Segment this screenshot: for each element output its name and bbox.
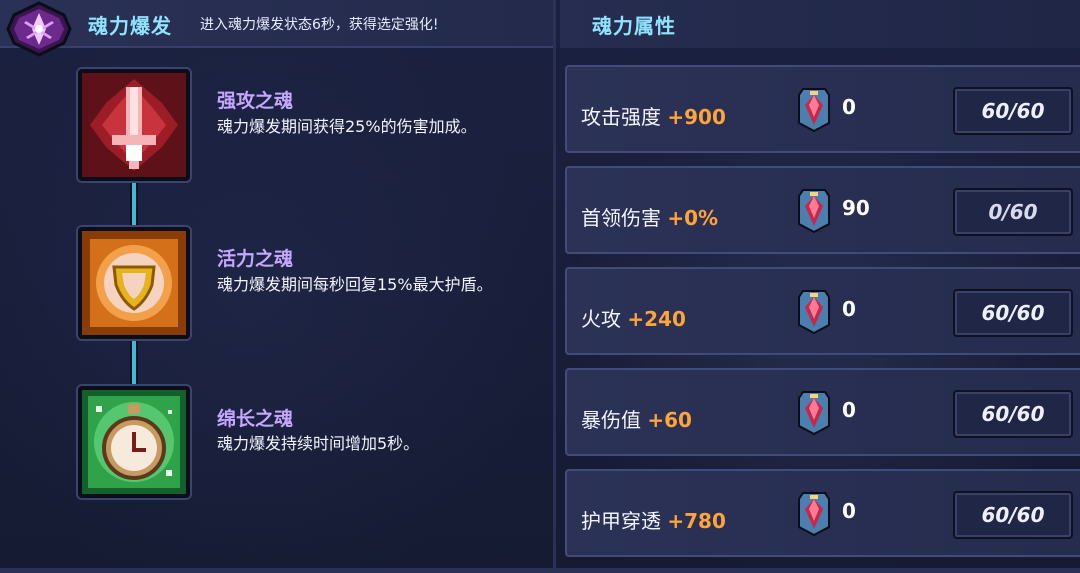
attribute-row[interactable]: 首领伤害 +0% 90 0/60 xyxy=(565,166,1080,254)
soul-gem-icon xyxy=(798,88,830,133)
attribute-label: 攻击强度 +900 xyxy=(581,101,726,130)
skill-connector xyxy=(130,340,138,386)
attribute-label: 暴伤值 +60 xyxy=(581,404,692,433)
level-indicator: 0/60 xyxy=(953,188,1073,236)
attribute-name: 首领伤害 xyxy=(581,206,661,230)
skill-name: 绵长之魂 xyxy=(217,408,294,430)
level-indicator: 60/60 xyxy=(953,289,1073,337)
soul-attributes-header: 魂力属性 xyxy=(560,0,1080,48)
soul-burst-description: 进入魂力爆发状态6秒，获得选定强化! xyxy=(200,17,439,33)
green-stopwatch-icon[interactable] xyxy=(78,386,190,498)
soul-burst-header: 魂力爆发 进入魂力爆发状态6秒，获得选定强化! xyxy=(0,0,553,57)
level-indicator: 60/60 xyxy=(953,390,1073,438)
bottom-border xyxy=(0,568,1080,573)
level-indicator: 60/60 xyxy=(953,87,1073,135)
gem-count: 0 xyxy=(842,499,856,523)
gem-count: 90 xyxy=(842,196,870,220)
soul-burst-icon[interactable] xyxy=(4,1,74,57)
skill-connector xyxy=(130,183,138,227)
skill-name: 强攻之魂 xyxy=(217,90,294,112)
attribute-name: 攻击强度 xyxy=(581,105,661,129)
skill-description: 魂力爆发期间每秒回复15%最大护盾。 xyxy=(217,275,493,294)
red-sword-icon[interactable] xyxy=(78,69,190,181)
attribute-row[interactable]: 护甲穿透 +780 0 60/60 xyxy=(565,469,1080,557)
level-indicator: 60/60 xyxy=(953,491,1073,539)
gem-count: 0 xyxy=(842,297,856,321)
gem-count: 0 xyxy=(842,95,856,119)
skill-name: 活力之魂 xyxy=(217,248,294,270)
soul-burst-title: 魂力爆发 xyxy=(88,14,172,38)
attribute-label: 首领伤害 +0% xyxy=(581,202,718,231)
attribute-row[interactable]: 火攻 +240 0 60/60 xyxy=(565,267,1080,355)
soul-gem-icon xyxy=(798,189,830,234)
gem-count: 0 xyxy=(842,398,856,422)
soul-gem-icon xyxy=(798,492,830,537)
attribute-name: 护甲穿透 xyxy=(581,509,661,533)
attribute-label: 火攻 +240 xyxy=(581,303,686,332)
attribute-row[interactable]: 攻击强度 +900 0 60/60 xyxy=(565,65,1080,153)
attribute-label: 护甲穿透 +780 xyxy=(581,505,726,534)
soul-attributes-title: 魂力属性 xyxy=(592,14,676,38)
attribute-row[interactable]: 暴伤值 +60 0 60/60 xyxy=(565,368,1080,456)
attribute-bonus: +0% xyxy=(667,206,719,230)
attribute-bonus: +60 xyxy=(647,408,692,432)
attribute-bonus: +240 xyxy=(627,307,686,331)
skill-description: 魂力爆发持续时间增加5秒。 xyxy=(217,434,420,453)
soul-gem-icon xyxy=(798,391,830,436)
soul-gem-icon xyxy=(798,290,830,335)
attribute-bonus: +780 xyxy=(667,509,726,533)
gold-shield-icon[interactable] xyxy=(78,227,190,339)
attribute-name: 火攻 xyxy=(581,307,621,331)
skill-description: 魂力爆发期间获得25%的伤害加成。 xyxy=(217,117,477,136)
attribute-name: 暴伤值 xyxy=(581,408,641,432)
panel-divider xyxy=(553,0,556,573)
attribute-bonus: +900 xyxy=(667,105,726,129)
